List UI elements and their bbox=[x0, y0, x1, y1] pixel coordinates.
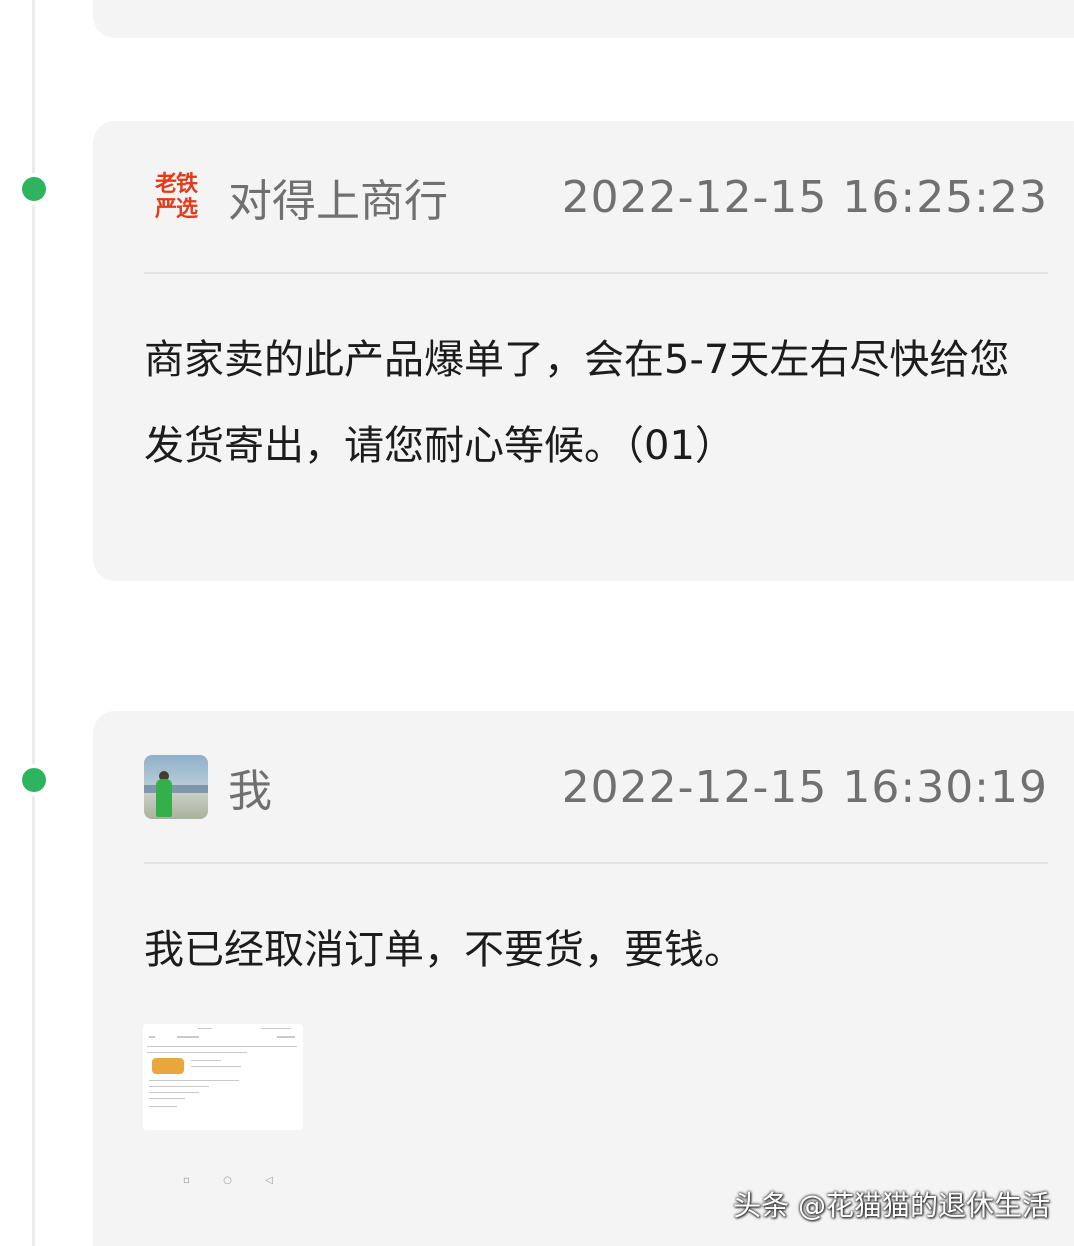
order-log-page: 老铁 严选 对得上商行 2022-12-15 16:25:23 商家卖的此产品爆… bbox=[0, 0, 1074, 1246]
divider bbox=[144, 862, 1048, 864]
user-avatar bbox=[144, 755, 208, 819]
message-header: 老铁 严选 对得上商行 2022-12-15 16:25:23 bbox=[144, 155, 1048, 239]
back-triangle-icon: ◁ bbox=[265, 1175, 273, 1186]
order-screenshot-thumbnail[interactable] bbox=[143, 1024, 303, 1130]
previous-message-card bbox=[93, 0, 1074, 38]
avatar-text-line: 老铁 bbox=[154, 172, 198, 197]
message-text: 我已经取消订单，不要货，要钱。 bbox=[144, 927, 744, 973]
watermark: 头条 @花猫猫的退休生活 bbox=[733, 1189, 1050, 1222]
message-text: 商家卖的此产品爆单了，会在5-7天左右尽快给您发货寄出，请您耐心等候。（01） bbox=[144, 337, 1010, 469]
message-card: 我 2022-12-15 16:30:19 我已经取消订单，不要货，要钱。 ▫ … bbox=[93, 711, 1074, 1246]
message-timestamp: 2022-12-15 16:25:23 bbox=[561, 171, 1048, 223]
timeline-dot bbox=[22, 177, 46, 201]
square-icon: ▫ bbox=[183, 1175, 190, 1186]
message-header: 我 2022-12-15 16:30:19 bbox=[144, 745, 1048, 829]
merchant-avatar: 老铁 严选 bbox=[144, 165, 208, 229]
sender-name: 我 bbox=[228, 766, 272, 817]
avatar-text-line: 严选 bbox=[154, 197, 198, 222]
phone-nav-keys: ▫ ○ ◁ bbox=[183, 1175, 273, 1186]
sender-name: 对得上商行 bbox=[228, 176, 448, 227]
message-timestamp: 2022-12-15 16:30:19 bbox=[561, 761, 1048, 813]
circle-icon: ○ bbox=[223, 1175, 232, 1186]
timeline-dot bbox=[22, 768, 46, 792]
message-card: 老铁 严选 对得上商行 2022-12-15 16:25:23 商家卖的此产品爆… bbox=[93, 121, 1074, 581]
divider bbox=[144, 272, 1048, 274]
